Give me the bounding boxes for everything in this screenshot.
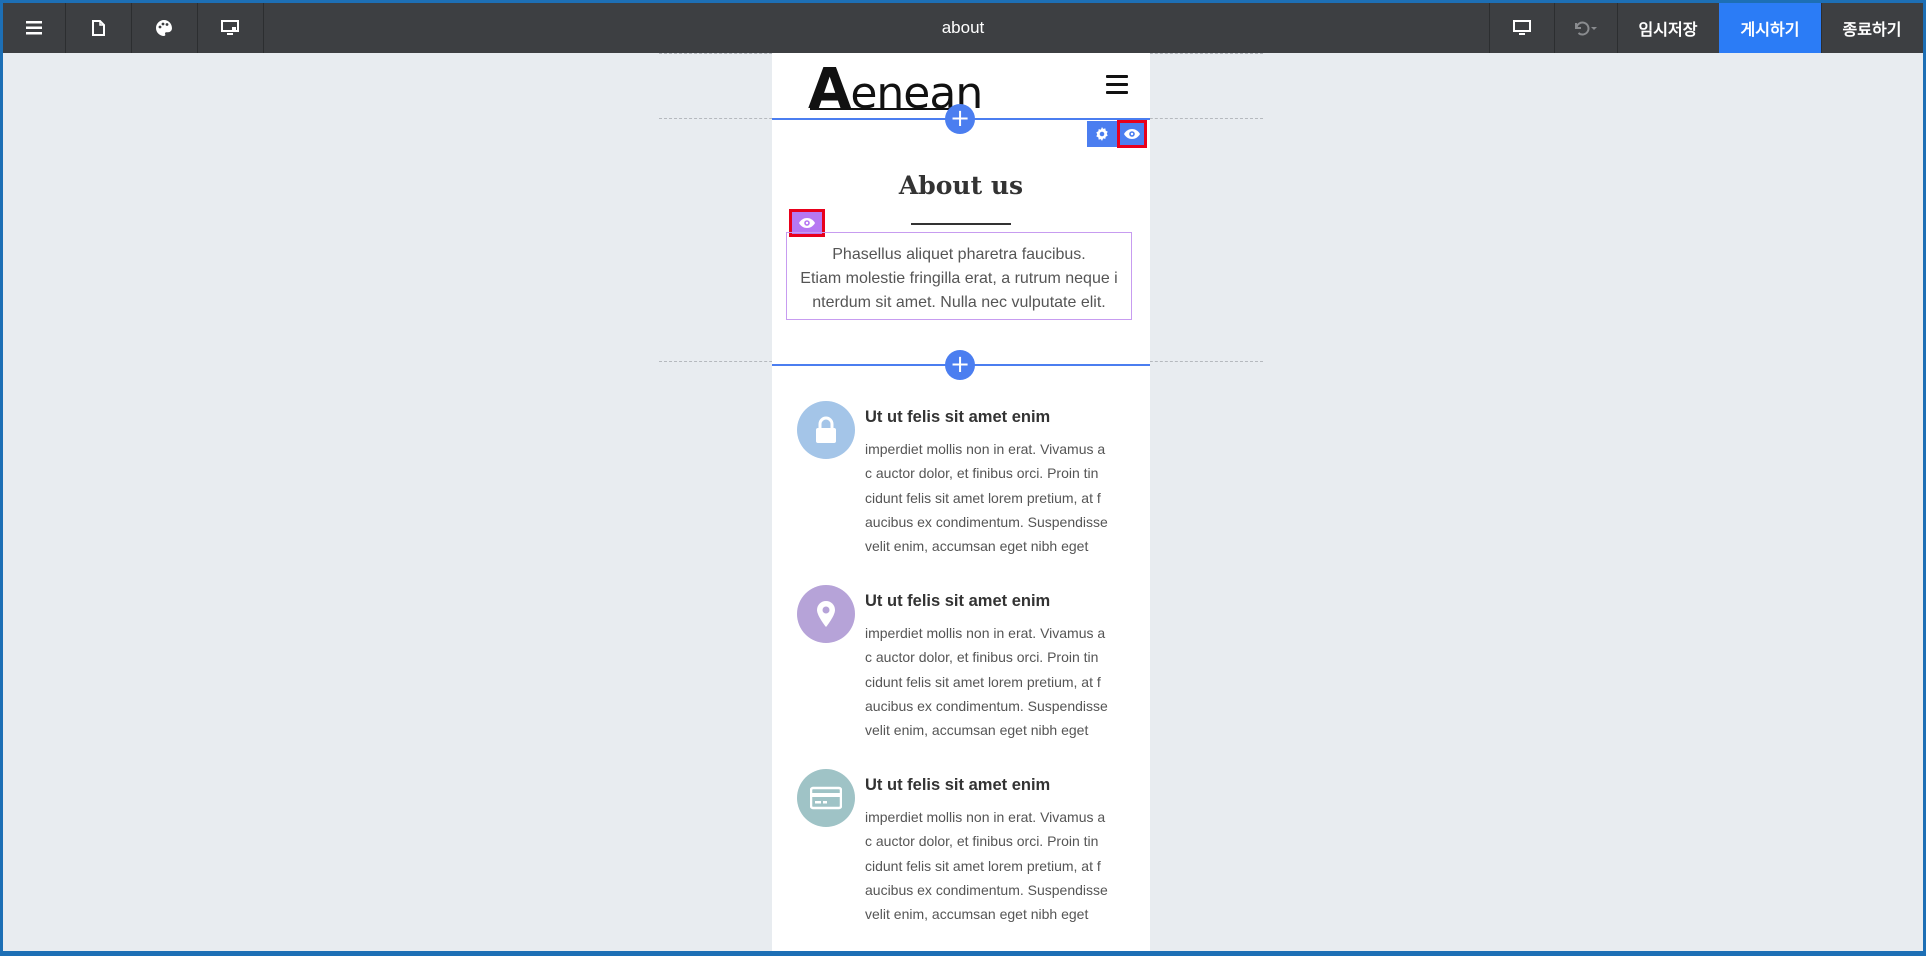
heading-divider (911, 223, 1011, 225)
add-section-button[interactable]: + (945, 104, 975, 134)
feature-text-line: c auctor dolor, et finibus orci. Proin t… (865, 833, 1099, 850)
editor-window: about 임시저장 게시하기 종료하기 Aenean + About us P… (3, 3, 1923, 951)
feature-text-line: imperdiet mollis non in erat. Vivamus a (865, 441, 1106, 457)
about-text-block[interactable]: Phasellus aliquet pharetra faucibus. Eti… (786, 232, 1132, 320)
feature-title: Ut ut felis sit amet enim (865, 776, 1051, 794)
exit-button[interactable]: 종료하기 (1821, 3, 1923, 53)
feature-text-line: cidunt felis sit amet lorem pretium, at … (865, 857, 1101, 874)
feature-text-line: imperdiet mollis non in erat. Vivamus a (865, 809, 1106, 825)
feature-item: Ut ut felis sit amet enim imperdiet moll… (772, 401, 1150, 571)
undo-button[interactable] (1553, 3, 1618, 53)
menu-icon (26, 21, 42, 35)
feature-text-line: imperdiet mollis non in erat. Vivamus a (865, 625, 1106, 641)
undo-icon (1575, 21, 1597, 36)
about-heading: About us (898, 171, 1024, 200)
menu-button[interactable] (3, 3, 66, 53)
page-button[interactable] (65, 3, 132, 53)
palette-icon (156, 20, 172, 36)
feature-text-line: velit enim, accumsan eget nibh eget (865, 906, 1089, 923)
about-text-line: nterdum sit amet. Nulla nec vulputate el… (812, 294, 1106, 311)
top-toolbar: about 임시저장 게시하기 종료하기 (3, 3, 1923, 53)
eye-icon (799, 218, 815, 228)
desktop-view-button[interactable] (1489, 3, 1555, 53)
section-settings-button[interactable] (1087, 121, 1117, 147)
lock-icon (816, 416, 836, 443)
map-pin-icon (817, 601, 835, 627)
feature-text-line: aucibus ex condimentum. Suspendisse (865, 697, 1108, 714)
feature-text-line: velit enim, accumsan eget nibh eget (865, 538, 1089, 555)
eye-icon (1124, 129, 1140, 139)
feature-item: Ut ut felis sit amet enim imperdiet moll… (772, 585, 1150, 755)
feature-icon-circle (797, 401, 855, 459)
hamburger-icon (1106, 75, 1128, 78)
hamburger-icon (1106, 83, 1128, 86)
site-menu-button[interactable] (1106, 75, 1128, 99)
feature-title: Ut ut felis sit amet enim (865, 592, 1051, 610)
feature-item: Ut ut felis sit amet enim imperdiet moll… (772, 769, 1150, 939)
gear-icon (1096, 127, 1108, 141)
feature-text-line: cidunt felis sit amet lorem pretium, at … (865, 489, 1101, 506)
publish-button[interactable]: 게시하기 (1719, 3, 1822, 53)
design-button[interactable] (131, 3, 198, 53)
about-text-line: Phasellus aliquet pharetra faucibus. (832, 246, 1086, 263)
add-section-button[interactable]: + (945, 350, 975, 380)
hamburger-icon (1106, 91, 1128, 94)
page-icon (91, 20, 105, 36)
feature-text-line: velit enim, accumsan eget nibh eget (865, 722, 1089, 739)
desktop-view-icon (1513, 20, 1531, 35)
logo-initial: A (808, 57, 851, 122)
feature-title: Ut ut felis sit amet enim (865, 408, 1051, 426)
feature-text: imperdiet mollis non in erat. Vivamus a … (865, 805, 1133, 926)
mobile-preview: Aenean + About us Phasellus aliquet phar… (772, 53, 1150, 951)
display-settings-icon (221, 20, 239, 35)
about-text-line: Etiam molestie fringilla erat, a rutrum … (800, 270, 1118, 287)
feature-text: imperdiet mollis non in erat. Vivamus a … (865, 621, 1133, 742)
credit-card-icon (810, 786, 842, 810)
feature-text: imperdiet mollis non in erat. Vivamus a … (865, 437, 1133, 558)
feature-text-line: c auctor dolor, et finibus orci. Proin t… (865, 465, 1099, 482)
feature-icon-circle (797, 585, 855, 643)
section-visibility-button[interactable] (1117, 120, 1147, 148)
temp-save-button[interactable]: 임시저장 (1617, 3, 1720, 53)
feature-text-line: cidunt felis sit amet lorem pretium, at … (865, 673, 1101, 690)
feature-text-line: c auctor dolor, et finibus orci. Proin t… (865, 649, 1099, 666)
display-settings-button[interactable] (197, 3, 264, 53)
feature-text-line: aucibus ex condimentum. Suspendisse (865, 513, 1108, 530)
logo-underline (810, 108, 956, 110)
feature-icon-circle (797, 769, 855, 827)
feature-text-line: aucibus ex condimentum. Suspendisse (865, 881, 1108, 898)
